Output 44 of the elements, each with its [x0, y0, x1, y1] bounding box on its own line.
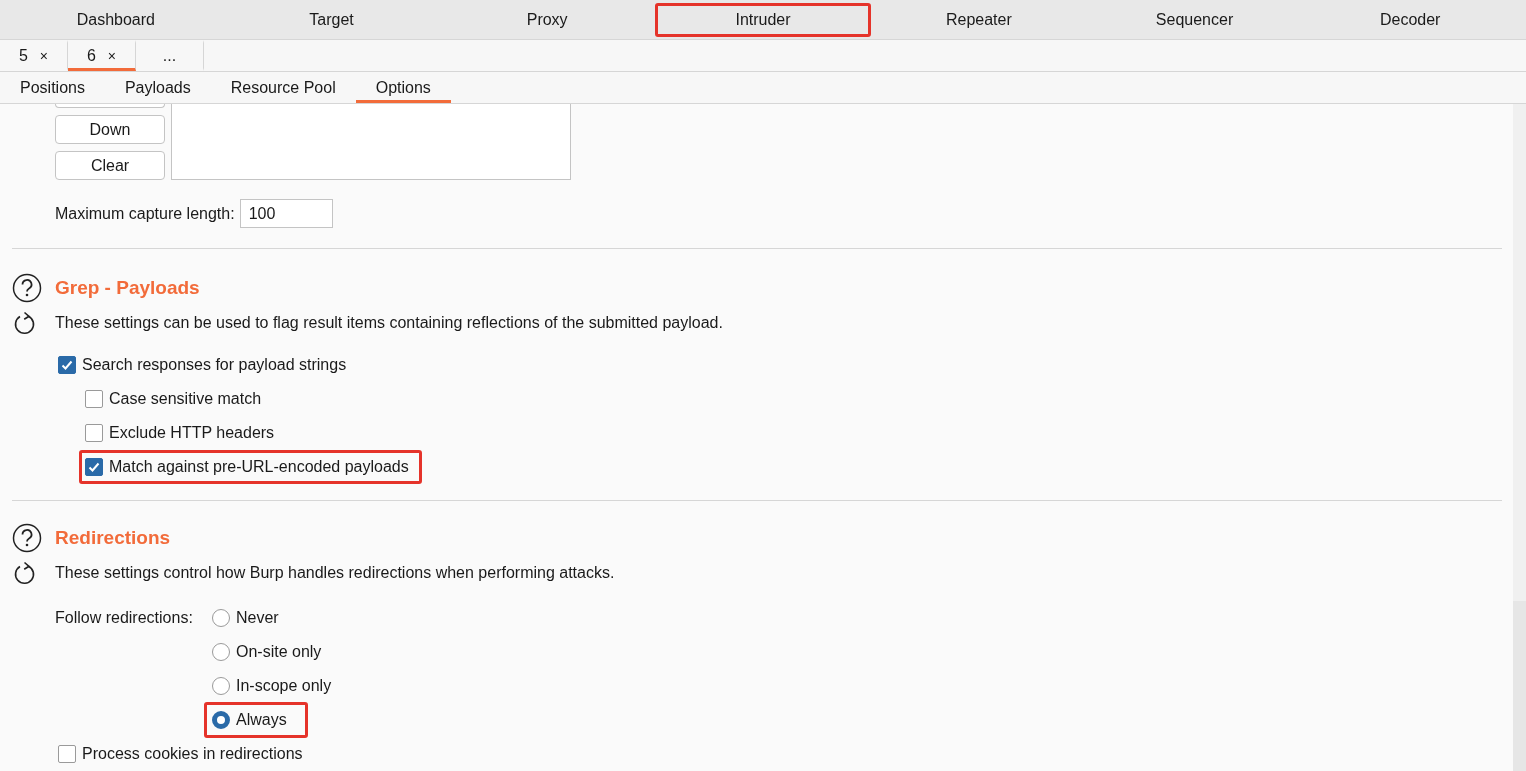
checkbox[interactable]	[85, 390, 103, 408]
radio-label[interactable]: Never	[236, 609, 279, 627]
radio-label[interactable]: On-site only	[236, 643, 322, 661]
tab[interactable]: Target	[296, 2, 367, 37]
tab[interactable]: Payloads	[104, 72, 211, 103]
tab[interactable]: Decoder	[1366, 2, 1454, 37]
section-title: Redirections	[55, 527, 171, 549]
button[interactable]: Clear	[55, 151, 165, 180]
section-description: These settings can be used to flag result items containing reflections of the submitted payload.	[55, 314, 723, 332]
tab[interactable]: Dashboard	[63, 2, 168, 37]
radio-label[interactable]: In-scope only	[236, 677, 332, 695]
checkbox[interactable]	[85, 424, 103, 442]
tab[interactable]: ...	[136, 40, 204, 71]
section-title: Grep - Payloads	[55, 277, 200, 299]
tab[interactable]: Sequencer	[1142, 2, 1247, 37]
checkbox-label[interactable]: Process cookies in redirections	[82, 745, 303, 763]
help-icon[interactable]	[12, 523, 42, 553]
tab[interactable]: Repeater	[932, 2, 1025, 37]
field-label: Follow redirections:	[55, 608, 194, 628]
close-icon[interactable]: ×	[39, 47, 49, 64]
close-icon[interactable]: ×	[107, 47, 117, 64]
radio-button[interactable]	[212, 609, 230, 627]
scrollbar[interactable]	[1513, 104, 1526, 771]
help-icon[interactable]	[12, 273, 42, 303]
tab[interactable]: Resource Pool	[210, 72, 356, 103]
radio-button[interactable]	[212, 643, 230, 661]
field-label: Maximum capture length:	[55, 204, 235, 223]
checkbox-label[interactable]: Match against pre-URL-encoded payloads	[109, 458, 409, 476]
tab[interactable]: Intruder	[655, 2, 871, 37]
radio-button[interactable]	[212, 711, 230, 729]
input-field[interactable]: 100	[239, 199, 333, 228]
checkbox-label[interactable]: Search responses for payload strings	[82, 356, 347, 374]
checkbox[interactable]	[58, 356, 76, 374]
checkbox-label[interactable]: Exclude HTTP headers	[109, 424, 275, 442]
checkbox[interactable]	[85, 458, 103, 476]
checkbox[interactable]	[58, 745, 76, 763]
tab[interactable]: Positions	[0, 72, 105, 103]
radio-label[interactable]: Always	[236, 711, 287, 729]
tab[interactable]: 5 ×	[0, 40, 68, 71]
checkbox-label[interactable]: Case sensitive match	[109, 390, 262, 408]
tab[interactable]: Proxy	[513, 2, 581, 37]
section-description: These settings control how Burp handles redirections when performing attacks.	[55, 564, 615, 582]
radio-button[interactable]	[212, 677, 230, 695]
button[interactable]: Down	[55, 115, 165, 144]
